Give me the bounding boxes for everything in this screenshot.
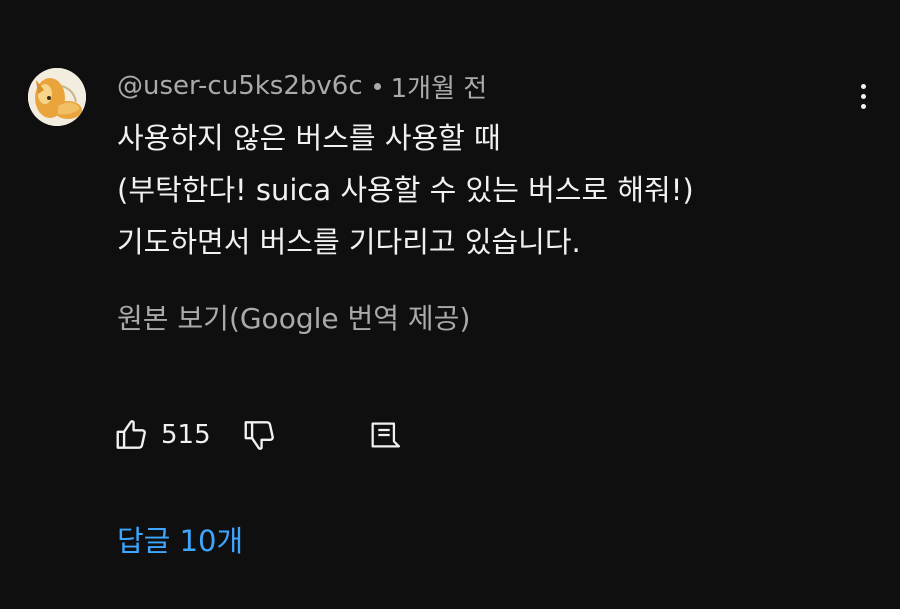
- avatar[interactable]: [28, 68, 86, 126]
- author-handle[interactable]: @user-cu5ks2bv6c: [117, 71, 363, 101]
- more-options-button[interactable]: [846, 76, 880, 116]
- comment-line: 기도하면서 버스를 기다리고 있습니다.: [117, 225, 581, 259]
- reply-button[interactable]: [367, 418, 401, 452]
- comment-text: 사용하지 않은 버스를 사용할 때 (부탁한다! suica 사용할 수 있는 …: [117, 112, 694, 268]
- comment-line: (부탁한다! suica 사용할 수 있는 버스로 해줘!): [117, 173, 694, 207]
- avatar-fox-icon: [28, 68, 86, 126]
- comment-line: 사용하지 않은 버스를 사용할 때: [117, 121, 501, 155]
- see-original-link[interactable]: 원본 보기(Google 번역 제공): [117, 297, 470, 341]
- reply-icon: [371, 422, 400, 448]
- view-replies-button[interactable]: 답글 10개: [117, 518, 243, 564]
- thumbs-down-icon: [244, 421, 274, 450]
- comment-header: @user-cu5ks2bv6c 1개월 전: [117, 66, 487, 106]
- thumbs-up-icon: [116, 420, 146, 449]
- comment-timestamp: 1개월 전: [390, 73, 488, 104]
- more-vertical-icon: [860, 83, 866, 89]
- dislike-button[interactable]: [241, 416, 279, 454]
- like-count: 515: [161, 420, 211, 450]
- like-button[interactable]: [113, 416, 151, 454]
- comment-actions: 515: [113, 412, 401, 458]
- separator-dot: [373, 82, 381, 90]
